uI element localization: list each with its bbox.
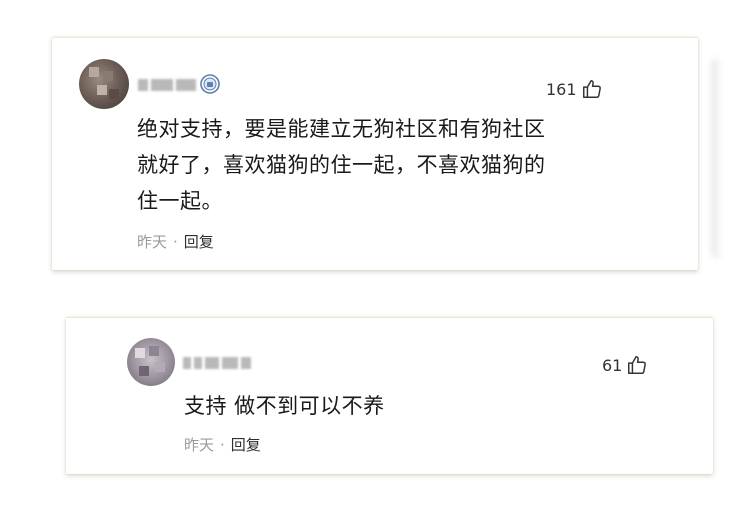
avatar-pixel bbox=[139, 366, 149, 376]
avatar[interactable] bbox=[127, 338, 175, 386]
comment-time: 昨天 bbox=[184, 436, 215, 454]
like-button[interactable]: 61 bbox=[602, 354, 648, 376]
avatar-pixel bbox=[155, 362, 165, 372]
decorative-shadow bbox=[711, 58, 723, 258]
comment-card: 161 绝对支持，要是能建立无狗社区和有狗社区 就好了，喜欢猫狗的住一起，不喜欢… bbox=[52, 37, 698, 270]
comment-text: 绝对支持，要是能建立无狗社区和有狗社区 就好了，喜欢猫狗的住一起，不喜欢猫狗的 … bbox=[137, 117, 546, 213]
comment-time: 昨天 bbox=[137, 233, 168, 251]
comment-card: 61 支持 做不到可以不养 昨天 · 回复 bbox=[66, 317, 713, 474]
avatar-pixel bbox=[103, 71, 113, 81]
avatar-pixel bbox=[149, 346, 159, 356]
avatar-pixel bbox=[97, 85, 107, 95]
avatar-pixel bbox=[109, 89, 119, 99]
avatar[interactable] bbox=[79, 59, 129, 109]
comment-meta: 昨天 · 回复 bbox=[137, 231, 214, 252]
meta-separator: · bbox=[220, 435, 225, 454]
thumbs-up-icon bbox=[628, 356, 647, 374]
reply-button[interactable]: 回复 bbox=[231, 434, 261, 455]
shield-badge-icon bbox=[200, 74, 220, 94]
meta-separator: · bbox=[173, 232, 178, 251]
avatar-pixel bbox=[89, 67, 99, 77]
username-blurred[interactable] bbox=[138, 78, 196, 92]
avatar-pixel bbox=[135, 348, 145, 358]
reply-button[interactable]: 回复 bbox=[184, 231, 214, 252]
comment-text: 支持 做不到可以不养 bbox=[184, 394, 385, 418]
username-blurred[interactable] bbox=[183, 356, 251, 370]
like-count: 61 bbox=[602, 355, 623, 375]
like-button[interactable]: 161 bbox=[546, 78, 603, 100]
like-count: 161 bbox=[546, 79, 577, 99]
thumbs-up-icon bbox=[582, 80, 601, 98]
comment-meta: 昨天 · 回复 bbox=[184, 434, 261, 455]
